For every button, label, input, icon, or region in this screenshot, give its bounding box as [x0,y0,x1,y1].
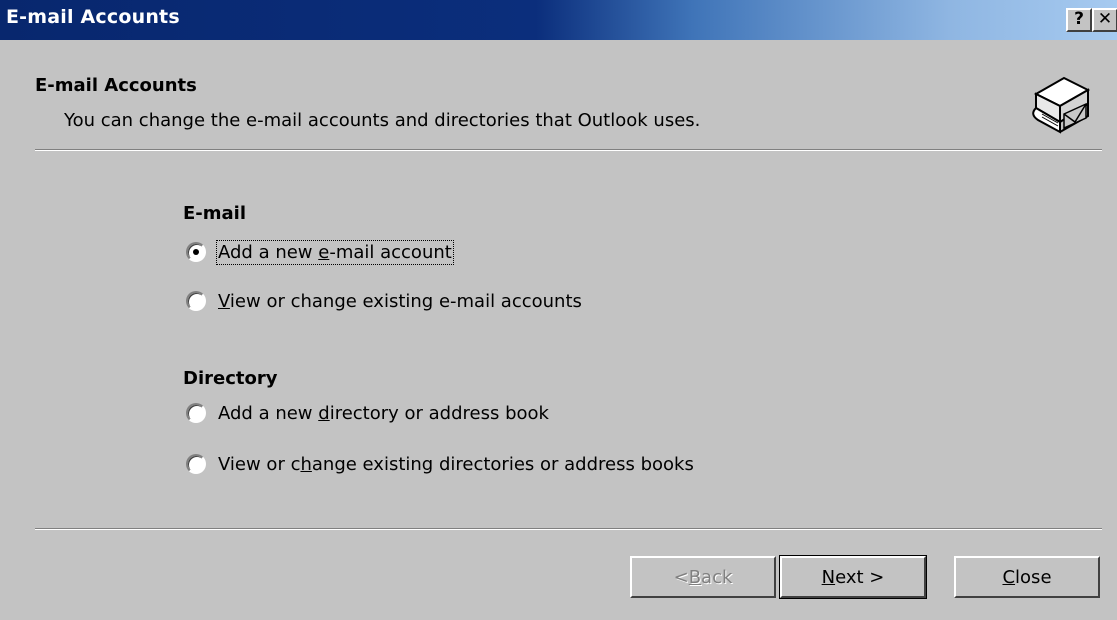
header-description: You can change the e-mail accounts and d… [64,110,701,131]
header-title: E-mail Accounts [35,75,197,96]
email-section-label: E-mail [183,203,247,224]
radio-add-email-account[interactable]: Add a new e-mail account [186,239,454,265]
email-accounts-icon [1032,76,1091,134]
directory-section-label: Directory [183,368,278,389]
view-directories-label: View or change existing directories or a… [218,453,694,475]
radio-button[interactable] [186,291,206,311]
window-title: E-mail Accounts [6,6,180,28]
back-button[interactable]: < Back [630,556,776,598]
email-accounts-dialog: E-mail Accounts ? ✕ E-mail Accounts You … [0,0,1117,620]
radio-view-directories[interactable]: View or change existing directories or a… [186,451,694,477]
close-window-button[interactable]: ✕ [1092,8,1117,32]
add-email-account-label: Add a new e-mail account [216,239,454,265]
radio-add-directory[interactable]: Add a new directory or address book [186,400,549,426]
next-button[interactable]: Next > [779,555,927,599]
radio-button[interactable] [186,403,206,423]
title-bar[interactable]: E-mail Accounts ? ✕ [0,0,1117,40]
close-button[interactable]: Close [954,556,1100,598]
radio-view-email-accounts[interactable]: View or change existing e-mail accounts [186,288,582,314]
footer-separator [35,528,1102,530]
radio-button-selected[interactable] [186,242,206,262]
add-directory-label: Add a new directory or address book [218,402,549,424]
help-button[interactable]: ? [1066,8,1092,32]
radio-button[interactable] [186,454,206,474]
view-email-accounts-label: View or change existing e-mail accounts [218,290,582,312]
header-separator [35,149,1102,151]
